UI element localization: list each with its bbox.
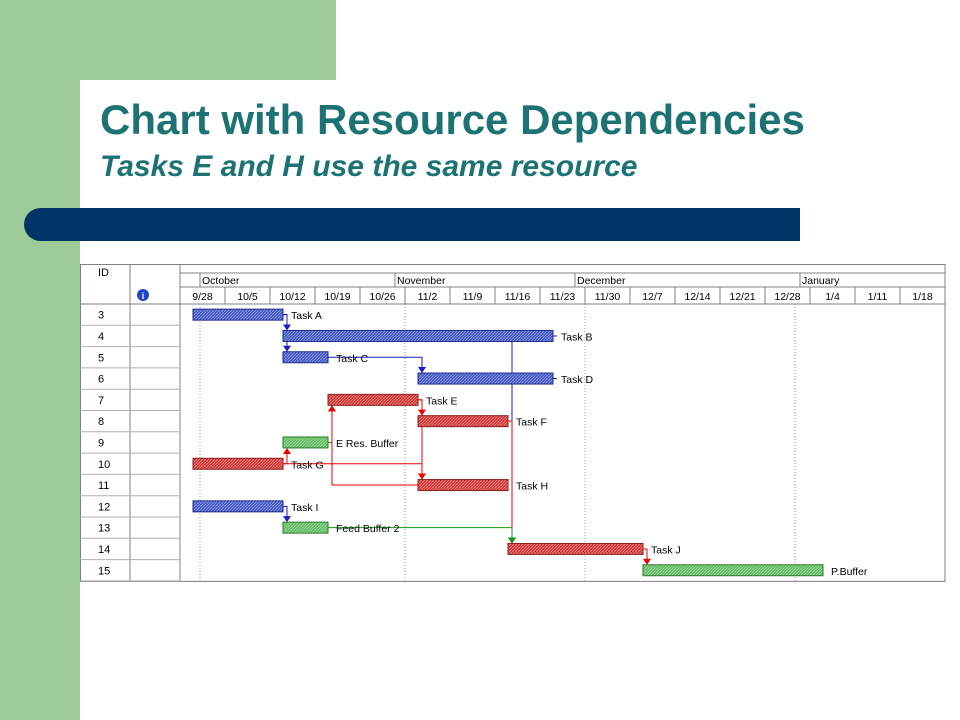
dependency-link bbox=[511, 335, 557, 543]
link-arrowhead bbox=[508, 537, 516, 544]
month-label: November bbox=[397, 275, 446, 287]
week-label: 10/12 bbox=[279, 291, 305, 303]
month-label: October bbox=[202, 275, 240, 287]
week-label: 11/23 bbox=[550, 291, 576, 303]
week-label: 11/30 bbox=[595, 291, 621, 303]
row-id: 4 bbox=[98, 331, 104, 343]
week-label: 12/14 bbox=[684, 291, 710, 303]
task-bar bbox=[507, 542, 644, 555]
task-label: Task B bbox=[561, 331, 593, 343]
row-id: 9 bbox=[98, 437, 104, 449]
task-label: Task J bbox=[651, 544, 681, 556]
task-bar bbox=[417, 479, 509, 492]
task-bar bbox=[417, 415, 509, 428]
row-id: 8 bbox=[98, 416, 104, 428]
week-label: 1/18 bbox=[912, 291, 933, 303]
row-id: 13 bbox=[98, 523, 110, 535]
month-label: January bbox=[802, 275, 840, 287]
task-label: P.Buffer bbox=[831, 566, 868, 578]
title-underline-bar bbox=[24, 208, 800, 241]
link-arrowhead bbox=[643, 558, 651, 565]
week-label: 11/16 bbox=[505, 291, 531, 303]
week-label: 12/21 bbox=[729, 291, 755, 303]
task-bar bbox=[282, 351, 329, 364]
slide-subtitle: Tasks E and H use the same resource bbox=[100, 150, 638, 183]
week-label: 10/19 bbox=[324, 291, 350, 303]
dependency-link bbox=[328, 406, 333, 443]
task-label: Task D bbox=[561, 374, 594, 386]
task-label: Task I bbox=[291, 502, 318, 514]
info-icon: i bbox=[137, 289, 149, 301]
link-arrowhead bbox=[283, 447, 291, 454]
link-arrowhead bbox=[418, 367, 426, 374]
decor-green-side bbox=[0, 0, 80, 720]
decor-green-top bbox=[80, 0, 336, 80]
week-label: 10/5 bbox=[237, 291, 258, 303]
dependency-link bbox=[508, 420, 513, 543]
row-id: 5 bbox=[98, 352, 104, 364]
task-label: Task C bbox=[336, 353, 369, 365]
task-bar bbox=[282, 329, 554, 342]
task-bar bbox=[192, 308, 284, 321]
task-label: Task A bbox=[291, 310, 322, 322]
task-label: Feed Buffer 2 bbox=[336, 523, 400, 535]
week-label: 12/28 bbox=[774, 291, 800, 303]
row-id: 3 bbox=[98, 310, 104, 322]
dependency-link bbox=[511, 378, 557, 543]
row-id: 10 bbox=[98, 459, 110, 471]
month-label: December bbox=[577, 275, 626, 287]
task-bar bbox=[327, 393, 419, 406]
row-id: 11 bbox=[98, 480, 109, 492]
link-arrowhead bbox=[418, 473, 426, 480]
week-label: 11/9 bbox=[463, 291, 483, 303]
info-icon-glyph: i bbox=[142, 291, 145, 301]
gantt-svg: ID i October November December January 9/28 10/… bbox=[80, 264, 946, 582]
task-bar bbox=[417, 372, 554, 385]
week-label: 10/26 bbox=[369, 291, 395, 303]
week-label: 9/28 bbox=[192, 291, 213, 303]
row-id: 6 bbox=[98, 374, 104, 386]
link-arrowhead bbox=[328, 405, 336, 412]
task-label: Task F bbox=[516, 417, 547, 429]
week-label: 12/7 bbox=[642, 291, 663, 303]
row-id: 12 bbox=[98, 501, 110, 513]
slide-title: Chart with Resource Dependencies bbox=[100, 96, 805, 143]
task-label: Task H bbox=[516, 481, 548, 493]
task-bar bbox=[642, 564, 824, 577]
task-label: Task E bbox=[426, 395, 458, 407]
link-arrowhead bbox=[283, 516, 291, 523]
row-id: 14 bbox=[98, 544, 110, 556]
id-header: ID bbox=[98, 267, 109, 279]
task-bar bbox=[192, 500, 284, 513]
week-label: 1/11 bbox=[868, 291, 888, 303]
task-bar bbox=[192, 457, 284, 470]
task-label: Task G bbox=[291, 459, 324, 471]
row-id: 7 bbox=[98, 395, 104, 407]
gantt-chart: ID i October November December January 9/28 10/… bbox=[80, 264, 946, 582]
week-label: 11/2 bbox=[418, 291, 438, 303]
week-label: 1/4 bbox=[825, 291, 840, 303]
task-bar bbox=[282, 521, 329, 534]
task-bar bbox=[282, 436, 329, 449]
row-id: 15 bbox=[98, 565, 110, 577]
link-arrowhead bbox=[283, 345, 291, 352]
task-label: E Res. Buffer bbox=[336, 438, 399, 450]
